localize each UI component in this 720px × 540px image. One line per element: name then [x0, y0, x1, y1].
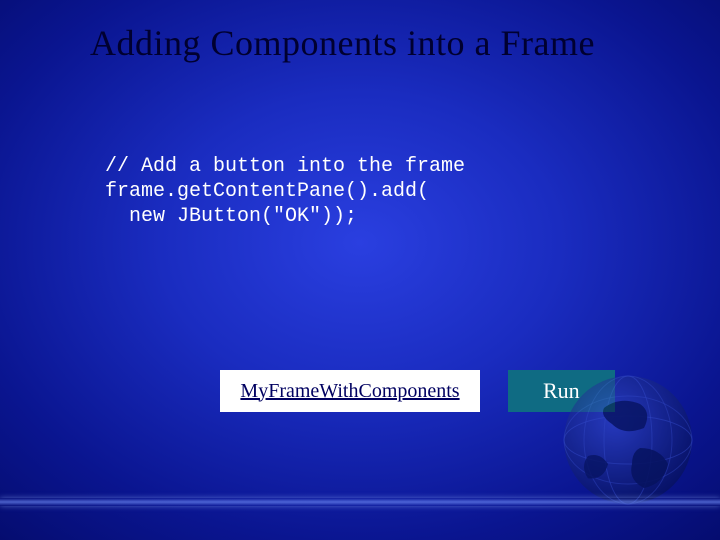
- buttons-row: MyFrameWithComponents Run: [220, 370, 615, 412]
- code-block: // Add a button into the frame frame.get…: [105, 154, 680, 229]
- source-link-button[interactable]: MyFrameWithComponents: [220, 370, 480, 412]
- slide-title: Adding Components into a Frame: [90, 22, 680, 64]
- run-button[interactable]: Run: [508, 370, 615, 412]
- slide: Adding Components into a Frame // Add a …: [0, 0, 720, 540]
- divider-stripe: [0, 498, 720, 506]
